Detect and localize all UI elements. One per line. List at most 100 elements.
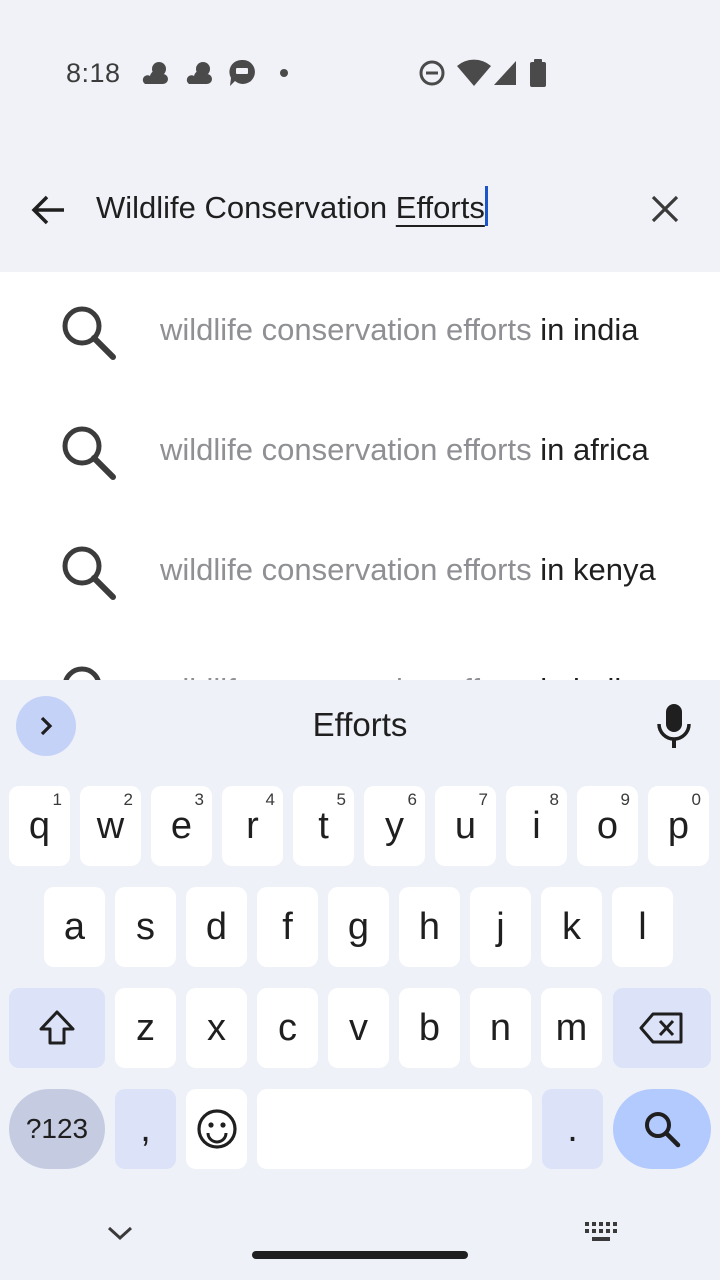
key[interactable]: v xyxy=(328,988,389,1068)
key[interactable]: l xyxy=(612,887,673,967)
key-hint: 3 xyxy=(194,790,204,809)
keyboard-word-suggestion[interactable]: Efforts xyxy=(0,706,720,744)
key-label: p xyxy=(667,804,690,847)
close-icon xyxy=(651,195,679,223)
search-input[interactable]: Wildlife Conservation Efforts xyxy=(96,186,488,226)
suggestion-text: wildlife conservation efforts in india xyxy=(160,672,682,680)
hide-keyboard-chevron-icon[interactable] xyxy=(106,1224,134,1242)
emoji-icon xyxy=(196,1109,237,1149)
key[interactable]: a xyxy=(44,887,105,967)
key[interactable]: b xyxy=(399,988,460,1068)
key[interactable]: q1 xyxy=(9,786,70,866)
key[interactable]: e3 xyxy=(151,786,212,866)
key-hint: 8 xyxy=(549,790,559,809)
period-key[interactable]: . xyxy=(542,1089,603,1169)
suggestion-item[interactable]: wildlife conservation efforts in africa xyxy=(0,392,720,512)
key[interactable]: y6 xyxy=(364,786,425,866)
keyboard: Efforts ?123 , . q 1 w 2 e 3 r 4 t 5 y 6… xyxy=(0,680,720,1280)
key-label: l xyxy=(638,905,647,948)
key-label: v xyxy=(349,1006,368,1049)
key-hint: 5 xyxy=(336,790,346,809)
key[interactable]: o9 xyxy=(577,786,638,866)
status-bar: 8:18 xyxy=(0,0,720,150)
suggestion-item[interactable]: wildlife conservation efforts in india xyxy=(0,632,720,680)
key-label: b xyxy=(418,1006,441,1049)
key[interactable]: s xyxy=(115,887,176,967)
space-key[interactable] xyxy=(257,1089,532,1169)
search-action-key[interactable] xyxy=(613,1089,711,1169)
key[interactable]: u7 xyxy=(435,786,496,866)
key[interactable]: m xyxy=(541,988,602,1068)
key-label: i xyxy=(532,804,541,847)
dot-icon xyxy=(280,69,288,77)
symbols-key[interactable]: ?123 xyxy=(9,1089,105,1169)
backspace-key[interactable] xyxy=(613,988,711,1068)
key-hint: 0 xyxy=(691,790,701,809)
arrow-back-icon xyxy=(31,195,64,225)
battery-icon xyxy=(530,59,546,87)
back-button[interactable] xyxy=(18,182,78,238)
key-label: k xyxy=(562,905,581,948)
key[interactable]: k xyxy=(541,887,602,967)
key[interactable]: r4 xyxy=(222,786,283,866)
key-hint: 2 xyxy=(123,790,133,809)
key-hint: 6 xyxy=(407,790,417,809)
text-cursor xyxy=(484,186,488,226)
do-not-disturb-icon xyxy=(419,60,445,86)
suggestion-item[interactable]: wildlife conservation efforts in india xyxy=(0,272,720,392)
comma-key[interactable]: , xyxy=(115,1089,176,1169)
key-label: o xyxy=(596,804,619,847)
key-label: s xyxy=(136,905,155,948)
signal-icon xyxy=(494,61,516,85)
key[interactable]: x xyxy=(186,988,247,1068)
key[interactable]: i8 xyxy=(506,786,567,866)
key-label: g xyxy=(347,905,370,948)
microphone-icon[interactable] xyxy=(654,702,694,750)
query-text: Wildlife Conservation xyxy=(96,190,396,225)
cloud-sun-icon xyxy=(142,62,168,84)
key-hint: 4 xyxy=(265,790,275,809)
key-label: t xyxy=(318,804,329,847)
key-hint: 9 xyxy=(620,790,630,809)
key-label: d xyxy=(205,905,228,948)
suggestion-text: wildlife conservation efforts in kenya xyxy=(160,552,656,587)
key[interactable]: n xyxy=(470,988,531,1068)
status-time: 8:18 xyxy=(66,58,121,88)
key-label: a xyxy=(63,905,86,948)
cloud-sun-icon xyxy=(186,62,212,84)
key-hint: 7 xyxy=(478,790,488,809)
key[interactable]: p0 xyxy=(648,786,709,866)
key-label: w xyxy=(96,804,125,847)
suggestion-list: wildlife conservation efforts in india w… xyxy=(0,272,720,680)
shift-key[interactable] xyxy=(9,988,105,1068)
key[interactable]: z xyxy=(115,988,176,1068)
key[interactable]: d xyxy=(186,887,247,967)
search-icon xyxy=(62,426,116,480)
key[interactable]: c xyxy=(257,988,318,1068)
keyboard-switch-icon[interactable] xyxy=(584,1220,618,1244)
key-label: r xyxy=(246,804,259,847)
home-gesture-bar[interactable] xyxy=(252,1251,468,1259)
key-label: j xyxy=(496,905,505,948)
emoji-key[interactable] xyxy=(186,1089,247,1169)
key-label: e xyxy=(170,804,193,847)
suggestion-text: wildlife conservation efforts in india xyxy=(160,312,639,347)
search-icon xyxy=(62,306,116,360)
key-label: n xyxy=(489,1006,512,1049)
key[interactable]: w2 xyxy=(80,786,141,866)
key[interactable]: t5 xyxy=(293,786,354,866)
suggestion-item[interactable]: wildlife conservation efforts in kenya xyxy=(0,512,720,632)
shift-icon xyxy=(39,1010,75,1045)
key[interactable]: f xyxy=(257,887,318,967)
key-label: u xyxy=(454,804,477,847)
clear-search-button[interactable] xyxy=(638,182,692,236)
key-label: m xyxy=(555,1006,588,1049)
key[interactable]: h xyxy=(399,887,460,967)
key-label: z xyxy=(136,1006,155,1049)
suggestion-text: wildlife conservation efforts in africa xyxy=(160,432,649,467)
key-label: c xyxy=(278,1006,297,1049)
key[interactable]: j xyxy=(470,887,531,967)
key[interactable]: g xyxy=(328,887,389,967)
search-bar: Wildlife Conservation Efforts xyxy=(0,150,720,272)
search-icon xyxy=(62,546,116,600)
